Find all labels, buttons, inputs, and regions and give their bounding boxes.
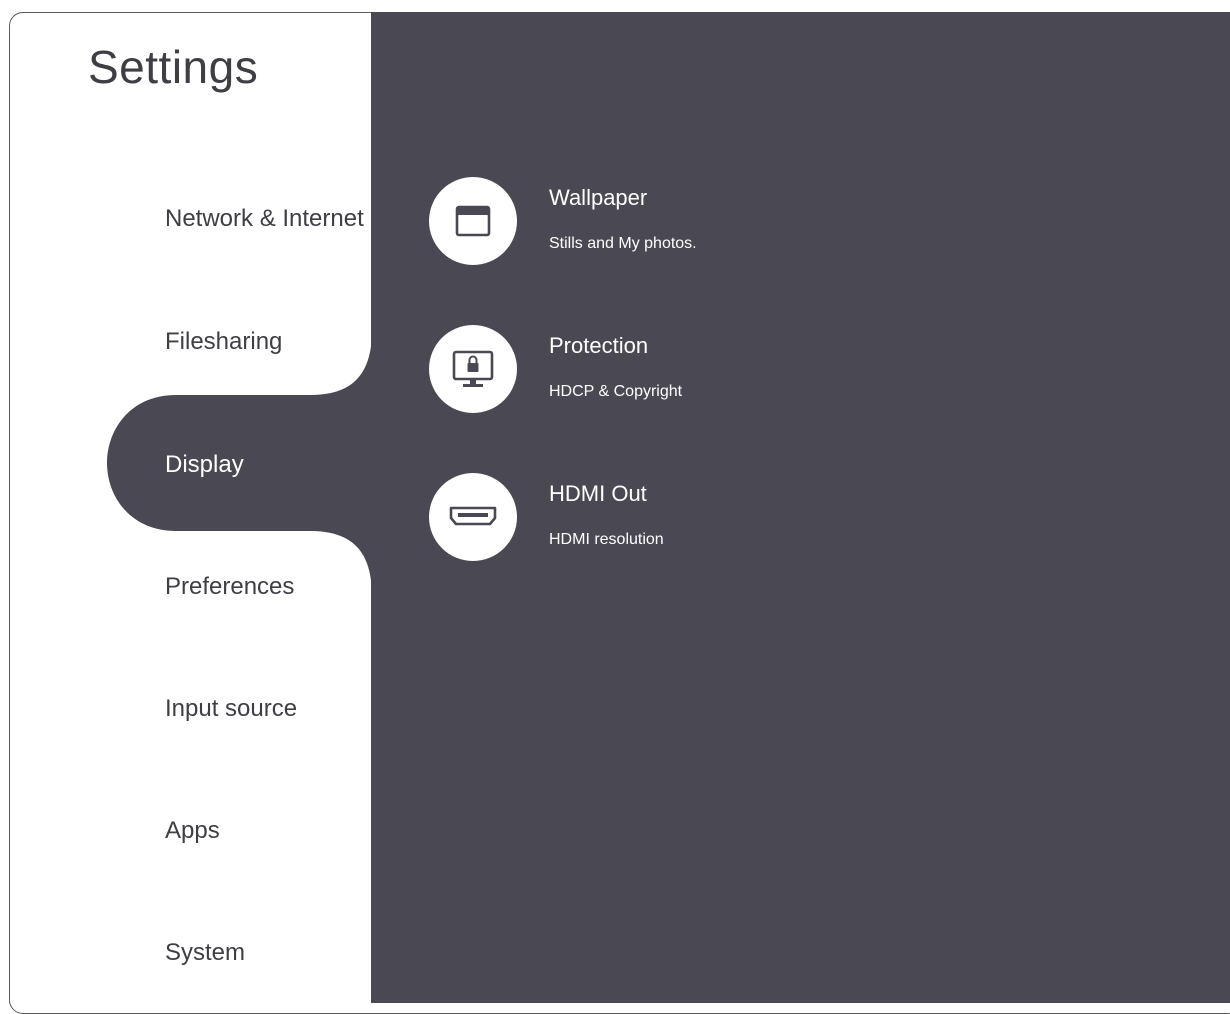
wallpaper-icon xyxy=(429,177,517,265)
sidebar-item-display[interactable]: Display xyxy=(165,451,244,479)
sidebar-item-apps[interactable]: Apps xyxy=(165,817,220,845)
wallpaper-tile[interactable]: Wallpaper Stills and My photos. xyxy=(429,177,989,267)
hdmi-out-subtitle: HDMI resolution xyxy=(549,531,664,548)
sidebar-item-filesharing[interactable]: Filesharing xyxy=(165,328,282,356)
sidebar-item-preferences[interactable]: Preferences xyxy=(165,573,294,601)
sidebar-item-system[interactable]: System xyxy=(165,939,245,967)
wallpaper-subtitle: Stills and My photos. xyxy=(549,235,697,252)
protection-subtitle: HDCP & Copyright xyxy=(549,383,683,400)
hdmi-out-title: HDMI Out xyxy=(549,481,647,506)
page-title: Settings xyxy=(88,41,259,93)
hdmi-port-icon xyxy=(429,473,517,561)
protection-title: Protection xyxy=(549,333,649,358)
protection-tile[interactable]: Protection HDCP & Copyright xyxy=(429,325,989,415)
hdmi-out-tile[interactable]: HDMI Out HDMI resolution xyxy=(429,473,989,563)
sidebar-item-input-source[interactable]: Input source xyxy=(165,695,297,723)
sidebar-item-network-internet[interactable]: Network & Internet xyxy=(165,205,364,233)
monitor-lock-icon xyxy=(429,325,517,413)
wallpaper-title: Wallpaper xyxy=(549,185,648,210)
